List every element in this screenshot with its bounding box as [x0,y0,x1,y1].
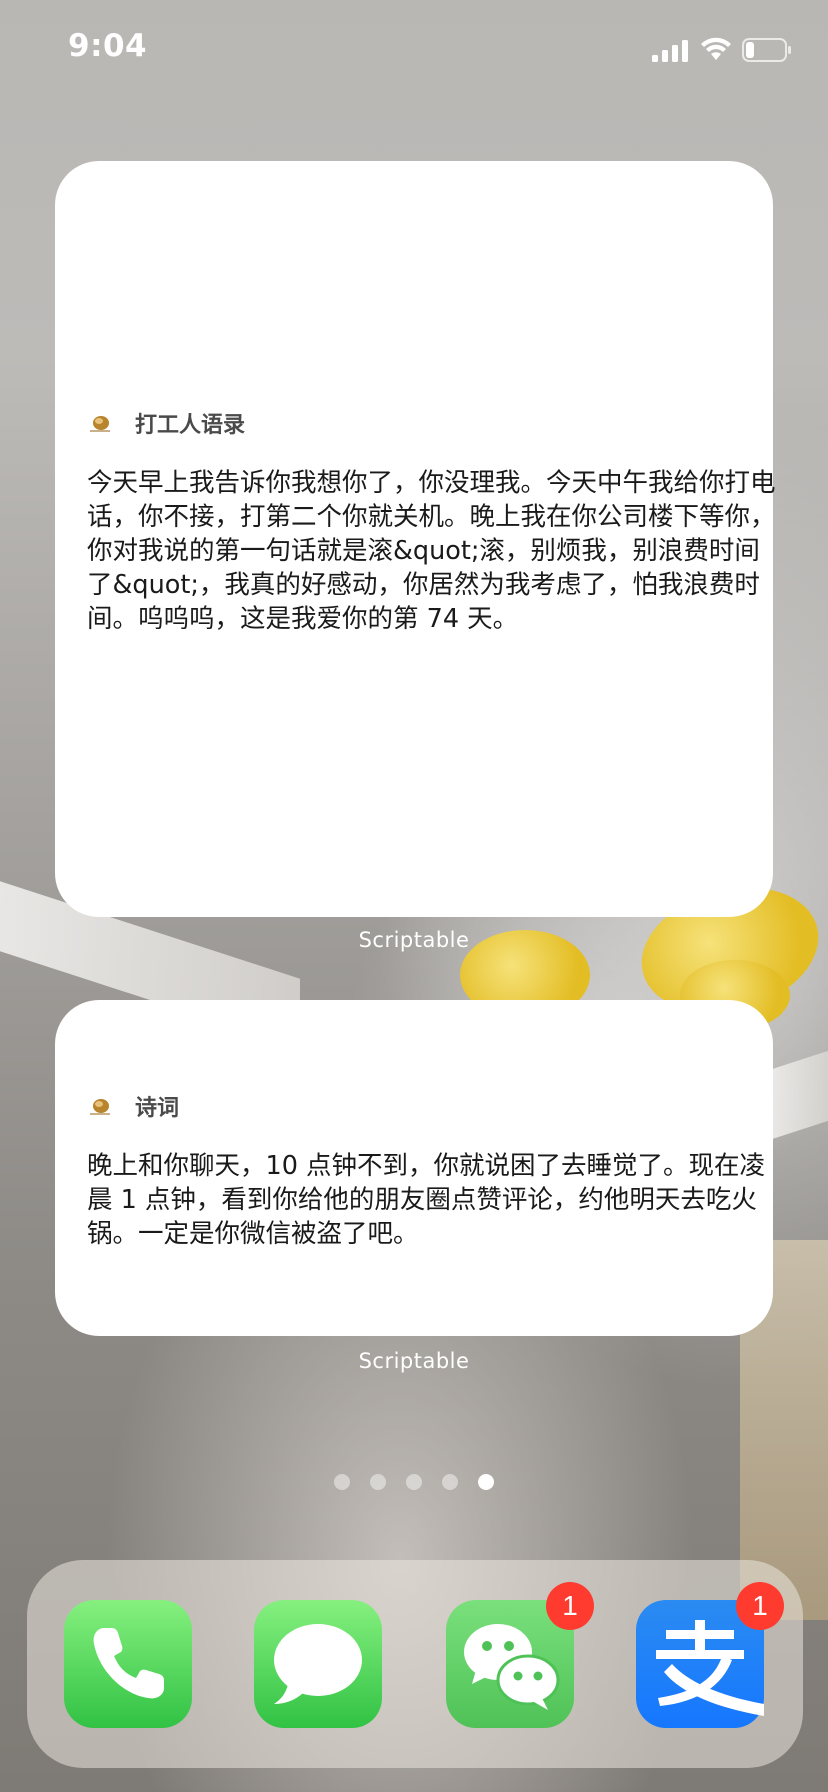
notification-badge: 1 [736,1582,784,1630]
wifi-icon [701,37,731,60]
battery-icon [742,38,791,62]
widget-title: 打工人语录 [135,413,246,438]
widget-title: 诗词 [135,1096,180,1121]
widget-logo-icon [90,1099,110,1115]
widget-logo-icon [90,416,110,432]
wallpaper-ceiling-trim-right [770,1050,828,1140]
page-dot[interactable] [442,1474,458,1490]
page-dot[interactable] [406,1474,422,1490]
phone-icon [93,1628,164,1699]
cellular-signal-icon [652,40,688,62]
widget-quote-text: 晚上和你聊天，10 点钟不到，你就说困了去睡觉了。现在凌晨 1 点钟，看到你给他… [87,1151,766,1249]
page-indicator[interactable] [0,1474,828,1490]
page-dot[interactable] [334,1474,350,1490]
page-dot[interactable] [370,1474,386,1490]
messages-app-icon[interactable] [254,1600,382,1728]
status-time: 9:04 [68,28,148,64]
quote-widget[interactable]: 打工人语录 今天早上我告诉你我想你了，你没理我。今天中午我给你打电话，你不接，打… [55,161,776,917]
widget-label: Scriptable [358,1349,470,1373]
widget-header: 诗词 [87,1090,179,1122]
poetry-widget[interactable]: 诗词 晚上和你聊天，10 点钟不到，你就说困了去睡觉了。现在凌晨 1 点钟，看到… [55,1000,773,1336]
widget-header: 打工人语录 [87,407,245,439]
widget-quote-text: 今天早上我告诉你我想你了，你没理我。今天中午我给你打电话，你不接，打第二个你就关… [87,468,776,634]
messages-icon [274,1624,362,1704]
status-bar: 9:04 [0,0,828,100]
notification-badge: 1 [546,1582,594,1630]
page-dot-active[interactable] [478,1474,494,1490]
widget-label: Scriptable [358,928,470,952]
phone-app-icon[interactable] [64,1600,192,1728]
